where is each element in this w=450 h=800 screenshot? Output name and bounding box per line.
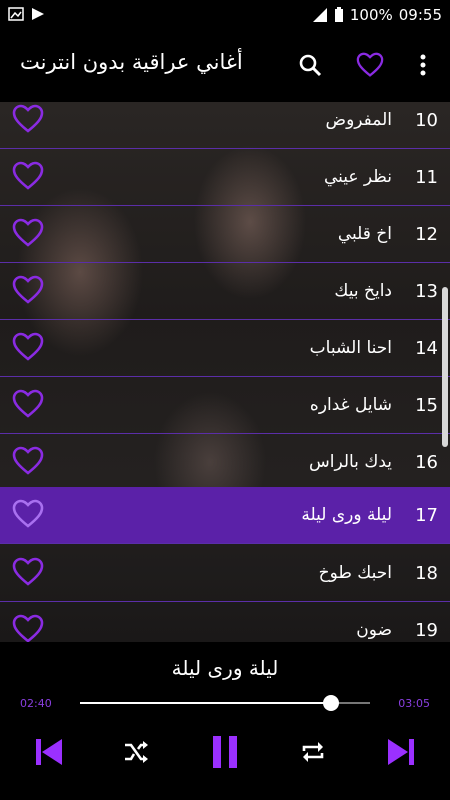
song-title: يدك بالراس xyxy=(308,452,392,472)
list-item[interactable]: اخ قلبي 12 xyxy=(0,206,450,263)
more-vert-icon[interactable] xyxy=(408,50,438,80)
shuffle-button[interactable] xyxy=(116,732,156,772)
previous-icon xyxy=(36,739,62,765)
app-bar: أغاني عراقية بدون انترنت xyxy=(0,30,450,102)
next-button[interactable] xyxy=(382,732,422,772)
clock: 09:55 xyxy=(398,6,442,24)
heart-icon[interactable] xyxy=(12,614,44,642)
song-title: احنا الشباب xyxy=(309,338,392,358)
list-item-active[interactable]: ليلة ورى ليلة 17 xyxy=(0,487,450,544)
search-icon[interactable] xyxy=(295,50,325,80)
list-item[interactable]: دايخ بيك 13 xyxy=(0,263,450,320)
song-title: المفروض xyxy=(325,110,392,130)
repeat-icon xyxy=(302,742,324,762)
scrollbar-thumb[interactable] xyxy=(442,287,448,447)
now-playing-title: ليلة ورى ليلة xyxy=(171,656,279,680)
heart-icon[interactable] xyxy=(12,332,44,362)
song-number: 17 xyxy=(415,504,438,526)
heart-icon[interactable] xyxy=(12,557,44,587)
total-time: 03:05 xyxy=(398,697,430,710)
favorites-heart-icon[interactable] xyxy=(355,50,385,80)
list-item[interactable]: شايل غداره 15 xyxy=(0,377,450,434)
song-number: 11 xyxy=(415,166,438,188)
song-number: 12 xyxy=(415,223,438,245)
heart-icon[interactable] xyxy=(12,499,44,529)
song-list[interactable]: المفروض 10 نظر عيني 11 اخ قلبي 12 دايخ ب… xyxy=(0,102,450,642)
seek-bar-progress xyxy=(80,702,331,704)
heart-icon[interactable] xyxy=(12,389,44,419)
list-item[interactable]: احبك طوخ 18 xyxy=(0,545,450,602)
song-number: 15 xyxy=(415,394,438,416)
song-number: 13 xyxy=(415,280,438,302)
pause-button[interactable] xyxy=(205,732,245,772)
seek-bar-knob[interactable] xyxy=(322,695,339,711)
image-notification-icon xyxy=(8,7,24,21)
song-number: 18 xyxy=(415,562,438,584)
list-item[interactable]: ضون 19 xyxy=(0,602,450,642)
list-item[interactable]: نظر عيني 11 xyxy=(0,149,450,206)
song-title: احبك طوخ xyxy=(318,563,392,583)
song-title: ضون xyxy=(356,620,392,640)
battery-percent: 100% xyxy=(349,6,393,24)
song-title: دايخ بيك xyxy=(334,281,392,301)
song-title: ليلة ورى ليلة xyxy=(301,505,392,525)
heart-icon[interactable] xyxy=(12,446,44,476)
song-number: 14 xyxy=(415,337,438,359)
next-icon xyxy=(388,739,414,765)
status-notifications xyxy=(8,6,46,22)
repeat-button[interactable] xyxy=(293,732,333,772)
heart-icon[interactable] xyxy=(12,161,44,191)
shuffle-icon xyxy=(125,741,148,763)
heart-icon[interactable] xyxy=(12,275,44,305)
heart-icon[interactable] xyxy=(12,104,44,134)
song-number: 19 xyxy=(415,619,438,641)
play-store-notification-icon xyxy=(32,8,44,20)
pause-icon xyxy=(213,736,237,768)
song-title: نظر عيني xyxy=(323,167,392,187)
player-panel: ليلة ورى ليلة 02:40 03:05 xyxy=(0,642,450,800)
seek-bar[interactable] xyxy=(80,695,370,711)
list-item[interactable]: احنا الشباب 14 xyxy=(0,320,450,377)
current-time: 02:40 xyxy=(20,697,52,710)
status-bar: 100% 09:55 xyxy=(0,0,450,30)
app-title: أغاني عراقية بدون انترنت xyxy=(20,50,243,74)
song-number: 16 xyxy=(415,451,438,473)
heart-icon[interactable] xyxy=(12,218,44,248)
song-title: شايل غداره xyxy=(309,395,392,415)
signal-icon xyxy=(312,8,327,22)
battery-icon xyxy=(334,7,343,22)
song-number: 10 xyxy=(415,109,438,131)
status-indicators: 100% 09:55 xyxy=(312,6,442,24)
song-title: اخ قلبي xyxy=(337,224,392,244)
list-item[interactable]: يدك بالراس 16 xyxy=(0,434,450,491)
previous-button[interactable] xyxy=(28,732,68,772)
list-item[interactable]: المفروض 10 xyxy=(0,102,450,149)
